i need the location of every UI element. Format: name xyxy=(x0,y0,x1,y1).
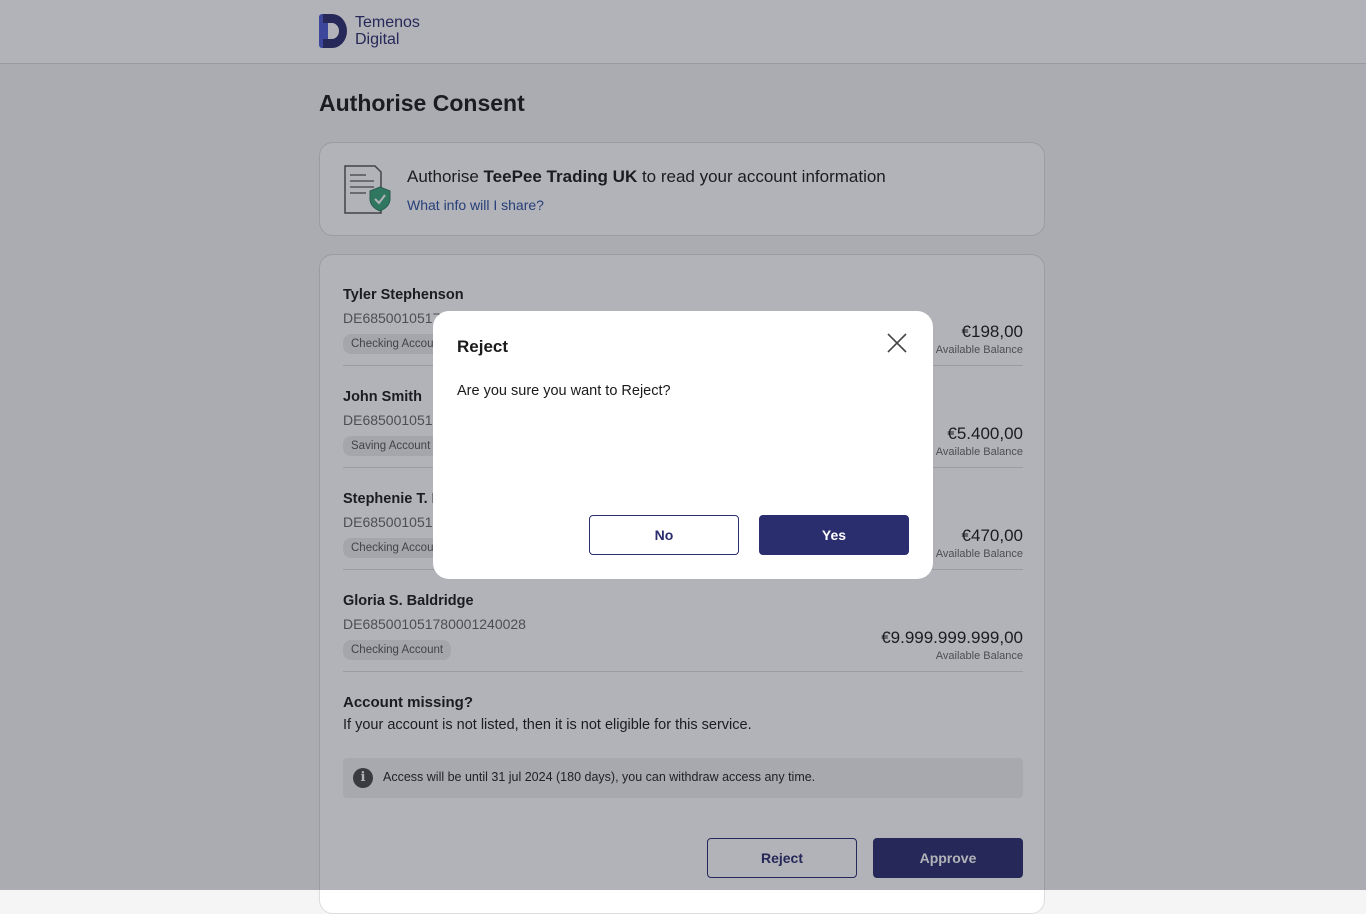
dialog-yes-button[interactable]: Yes xyxy=(759,515,909,555)
close-icon[interactable] xyxy=(885,331,909,355)
dialog-title: Reject xyxy=(457,337,509,356)
dialog-no-button[interactable]: No xyxy=(589,515,739,555)
reject-dialog: Reject Are you sure you want to Reject? … xyxy=(433,311,933,579)
dialog-message: Are you sure you want to Reject? xyxy=(457,383,671,399)
